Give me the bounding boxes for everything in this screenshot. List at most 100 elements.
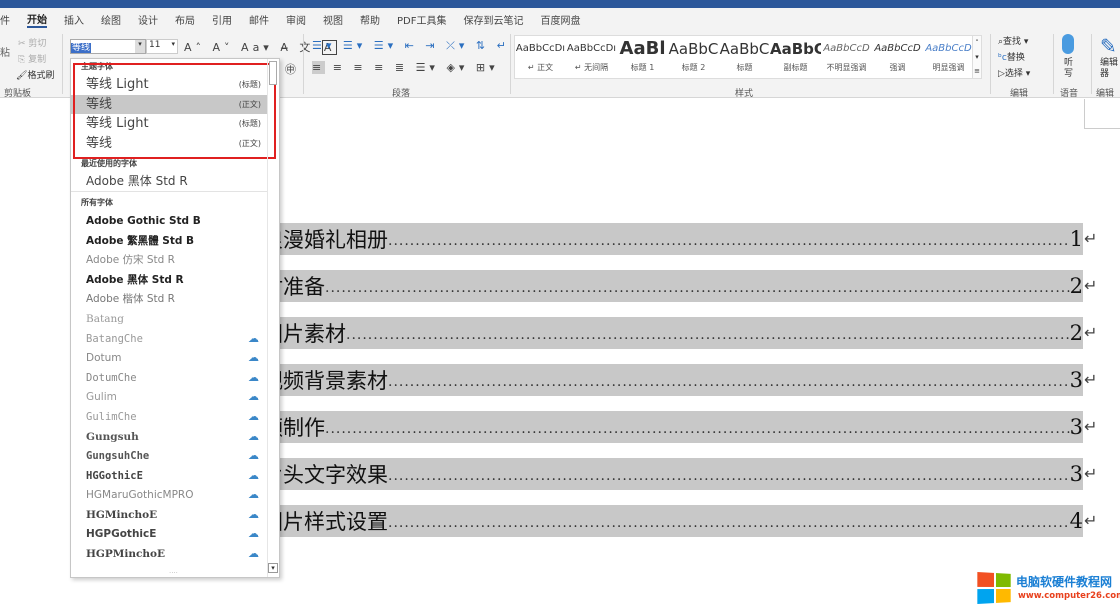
- toc-page: 3: [1070, 415, 1083, 439]
- cloud-download-icon[interactable]: ☁: [248, 505, 259, 525]
- toc-entry[interactable]: 视频背景素材..................................…: [262, 364, 1083, 396]
- windows-logo-icon: [977, 572, 1010, 604]
- editor-button[interactable]: 编辑器: [1100, 58, 1120, 80]
- font-option[interactable]: GungsuhChe ☁: [71, 446, 267, 466]
- chevron-down-icon[interactable]: ▾: [135, 40, 145, 53]
- align-left-icon[interactable]: ≡: [312, 61, 325, 74]
- tab-4[interactable]: 设计: [138, 12, 158, 27]
- dropdown-scrollbar[interactable]: ▾: [267, 59, 277, 578]
- font-name: HGMaruGothicMPRO: [86, 489, 193, 501]
- font-name: Adobe 仿宋 Std R: [86, 254, 175, 266]
- font-name-input[interactable]: 等线 ▾: [70, 39, 146, 54]
- clipboard-group-label: 剪贴板: [4, 86, 31, 99]
- align-icons[interactable]: ≡ ≡ ≡ ≡ ≣ ☰▾ ◈▾ ⊞▾: [312, 61, 499, 74]
- tab-8[interactable]: 审阅: [286, 12, 306, 27]
- font-option[interactable]: HGPMinchoE ☁: [71, 544, 267, 564]
- style-7[interactable]: AaBbCcD 强调: [872, 36, 923, 78]
- font-option[interactable]: DotumChe ☁: [71, 368, 267, 388]
- microphone-icon[interactable]: [1062, 34, 1074, 54]
- style-0[interactable]: AaBbCcDı ↵ 正文: [515, 36, 566, 78]
- font-option[interactable]: GulimChe ☁: [71, 407, 267, 427]
- cloud-download-icon[interactable]: ☁: [248, 524, 259, 544]
- style-preview: AaBbC: [719, 36, 770, 62]
- tab-3[interactable]: 绘图: [101, 12, 121, 27]
- cloud-download-icon[interactable]: ☁: [248, 329, 259, 349]
- style-1[interactable]: AaBbCcDı ↵ 无间隔: [566, 36, 617, 78]
- cloud-download-icon[interactable]: ☁: [248, 544, 259, 564]
- cloud-download-icon[interactable]: ☁: [248, 446, 259, 466]
- font-option[interactable]: Adobe 仿宋 Std R: [71, 250, 267, 270]
- styles-scroll[interactable]: ˄ ▾ ≡: [972, 35, 982, 79]
- replace-button[interactable]: ᵇc替换: [998, 50, 1025, 63]
- font-option[interactable]: HGMinchoE ☁: [71, 505, 267, 525]
- tab-10[interactable]: 帮助: [360, 12, 380, 27]
- font-option[interactable]: Dotum ☁: [71, 348, 267, 368]
- toc-entry[interactable]: 图片素材....................................…: [262, 317, 1083, 349]
- style-8[interactable]: AaBbCcD 明显强调: [923, 36, 974, 78]
- tab-12[interactable]: 保存到云笔记: [463, 12, 523, 27]
- font-option[interactable]: Adobe Gothic Std B: [71, 211, 267, 231]
- font-name: HGPGothicE: [86, 528, 156, 540]
- tab-7[interactable]: 邮件: [249, 12, 269, 27]
- tab-6[interactable]: 引用: [212, 12, 232, 27]
- format-painter-button[interactable]: 🖌格式刷: [16, 68, 54, 81]
- toc-entry[interactable]: 材准备.....................................…: [262, 270, 1083, 302]
- copy-button[interactable]: ⎘ 复制: [18, 52, 46, 65]
- toc-entry[interactable]: 频制作.....................................…: [262, 411, 1083, 443]
- tab-11[interactable]: PDF工具集: [397, 12, 446, 27]
- cloud-download-icon[interactable]: ☁: [248, 348, 259, 368]
- tab-1[interactable]: 开始: [27, 11, 47, 28]
- font-option[interactable]: HGPGothicE ☁: [71, 524, 267, 544]
- editor-pen-icon[interactable]: ✎: [1100, 34, 1117, 58]
- style-6[interactable]: AaBbCcD 不明显强调: [821, 36, 872, 78]
- style-2[interactable]: AaBl 标题 1: [617, 36, 668, 78]
- font-option[interactable]: Adobe 楷体 Std R: [71, 289, 267, 309]
- divider: [1053, 34, 1054, 94]
- font-option[interactable]: Gungsuh ☁: [71, 427, 267, 447]
- cloud-download-icon[interactable]: ☁: [248, 387, 259, 407]
- tab-5[interactable]: 布局: [175, 12, 195, 27]
- font-option[interactable]: Adobe 繁黑體 Std B: [71, 231, 267, 251]
- paragraph-group-label: 段落: [392, 86, 410, 99]
- tab-13[interactable]: 百度网盘: [540, 12, 580, 27]
- style-4[interactable]: AaBbC 标题: [719, 36, 770, 78]
- paste-button[interactable]: 粘: [0, 44, 10, 59]
- font-name: Gulim: [86, 391, 117, 403]
- chevron-down-icon[interactable]: ▾: [171, 40, 175, 48]
- font-option[interactable]: HGMaruGothicMPRO ☁: [71, 485, 267, 505]
- toc-entry[interactable]: 图片样式设置..................................…: [262, 505, 1083, 537]
- toc-title: 视频背景素材: [262, 365, 388, 395]
- all-fonts-header: 所有字体: [71, 195, 279, 211]
- tab-0[interactable]: 件: [0, 12, 10, 27]
- toc-page: 3: [1070, 462, 1083, 486]
- font-option[interactable]: BatangChe ☁: [71, 329, 267, 349]
- font-name: Adobe 楷体 Std R: [86, 293, 175, 305]
- toc-entry[interactable]: 片头文字效果..................................…: [262, 458, 1083, 490]
- font-option[interactable]: Adobe 黑体 Std R: [71, 270, 267, 290]
- select-button[interactable]: ▷选择 ▾: [998, 66, 1030, 79]
- font-option[interactable]: Adobe 黑体 Std R: [71, 172, 267, 192]
- toc-entry[interactable]: 浪漫婚礼相册..................................…: [262, 223, 1083, 255]
- font-option[interactable]: Gulim ☁: [71, 387, 267, 407]
- style-5[interactable]: AaBbC 副标题: [770, 36, 821, 78]
- cloud-download-icon[interactable]: ☁: [248, 407, 259, 427]
- cut-button[interactable]: ✂ 剪切: [18, 36, 46, 49]
- font-option[interactable]: HGGothicE ☁: [71, 466, 267, 486]
- dictate-button[interactable]: 听写: [1064, 58, 1074, 80]
- find-button[interactable]: ⌕查找 ▾: [998, 34, 1028, 47]
- resize-grip-icon[interactable]: ····: [169, 569, 178, 577]
- enclose-char-icon[interactable]: ㊥: [285, 61, 300, 77]
- cloud-download-icon[interactable]: ☁: [248, 466, 259, 486]
- toc-leader: ........................................…: [388, 233, 1070, 255]
- style-3[interactable]: AaBbC 标题 2: [668, 36, 719, 78]
- font-size-input[interactable]: 11 ▾: [146, 39, 178, 54]
- font-option[interactable]: Batang: [71, 309, 267, 329]
- list-icons[interactable]: ☰▾ ☰▾ ☰▾ ⇤ ⇥ ⤫▾ ⇅ ↵: [312, 39, 510, 53]
- scroll-thumb[interactable]: [269, 61, 277, 85]
- tab-2[interactable]: 插入: [64, 12, 84, 27]
- tab-9[interactable]: 视图: [323, 12, 343, 27]
- cloud-download-icon[interactable]: ☁: [248, 485, 259, 505]
- scroll-down-icon[interactable]: ▾: [268, 563, 278, 573]
- cloud-download-icon[interactable]: ☁: [248, 368, 259, 388]
- cloud-download-icon[interactable]: ☁: [248, 427, 259, 447]
